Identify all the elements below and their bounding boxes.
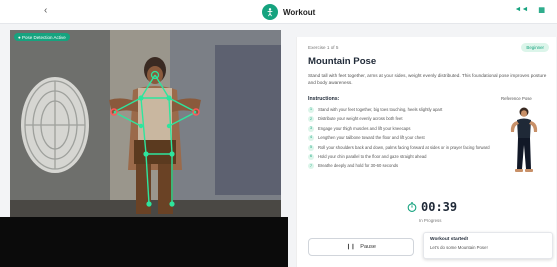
activity-glyph: [267, 8, 273, 17]
pose-description: Stand tall with feet together, arms at y…: [308, 73, 547, 85]
step-number: 5: [308, 144, 314, 151]
timer-value: 00:39: [421, 200, 458, 214]
step-text: Distribute your weight evenly across bot…: [318, 116, 403, 122]
toast-title: Workout started!: [430, 237, 469, 242]
camera-letterbox: [0, 217, 288, 267]
list-item: 7 Breathe deeply and hold for 30-60 secon…: [308, 163, 491, 170]
pose-title: Mountain Pose: [308, 56, 377, 67]
camera-scene: [10, 30, 281, 217]
camera-feed: ● Pose Detection Active: [10, 30, 281, 217]
top-actions: ◄◄ ▦: [515, 6, 545, 14]
step-number: 1: [308, 107, 314, 113]
difficulty-badge: Beginner: [521, 43, 549, 52]
step-text: Breathe deeply and hold for 30-60 second…: [318, 163, 399, 169]
list-item: 6 Hold your chin parallel to the floor an…: [308, 153, 491, 160]
timer-status: In Progress: [419, 218, 442, 223]
pause-button[interactable]: ❙❙ Pause: [308, 238, 414, 256]
list-item: 3 Engage your thigh muscles and lift your…: [308, 125, 491, 132]
back-button[interactable]: ‹: [44, 5, 47, 16]
page-title: Workout: [283, 7, 316, 17]
instructions-list: 1 Stand with your feet together, big toes…: [308, 107, 491, 173]
step-text: Hold your chin parallel to the floor and…: [318, 153, 427, 159]
exercise-progress: Exercise 1 of 5: [308, 45, 339, 50]
list-item: 1 Stand with your feet together, big toes…: [308, 107, 491, 113]
step-number: 3: [308, 125, 314, 132]
stopwatch-icon: [407, 202, 417, 212]
grid-icon[interactable]: ▦: [538, 6, 545, 14]
list-item: 2 Distribute your weight evenly across bo…: [308, 116, 491, 123]
reference-pose-image: [510, 107, 538, 172]
step-text: Lengthen your tailbone toward the floor …: [318, 135, 425, 141]
toast-notification: Workout started! Let's do some Mountain …: [423, 232, 553, 259]
pause-icon: ❙❙: [346, 244, 356, 250]
step-number: 4: [308, 135, 314, 142]
timer: 00:39: [407, 200, 457, 214]
step-number: 2: [308, 116, 314, 123]
list-item: 5 Roll your shoulders back and down, palm…: [308, 144, 491, 151]
reference-pose-label: Reference Pose: [501, 96, 532, 101]
pose-detection-badge: ● Pose Detection Active: [14, 33, 70, 41]
list-item: 4 Lengthen your tailbone toward the floor…: [308, 135, 491, 142]
step-text: Stand with your feet together, big toes …: [318, 107, 443, 112]
activity-icon: [262, 4, 278, 20]
rewind-icon[interactable]: ◄◄: [515, 6, 529, 14]
pause-label: Pause: [360, 244, 376, 250]
toast-message: Let's do some Mountain Pose!: [430, 245, 488, 250]
step-number: 7: [308, 163, 314, 170]
instructions-heading: Instructions:: [308, 96, 340, 102]
step-text: Roll your shoulders back and down, palms…: [318, 144, 490, 150]
step-text: Engage your thigh muscles and lift your …: [318, 125, 411, 131]
app-brand: Workout: [262, 4, 315, 20]
top-bar: ‹ Workout ◄◄ ▦: [0, 0, 557, 24]
step-number: 6: [308, 153, 314, 160]
